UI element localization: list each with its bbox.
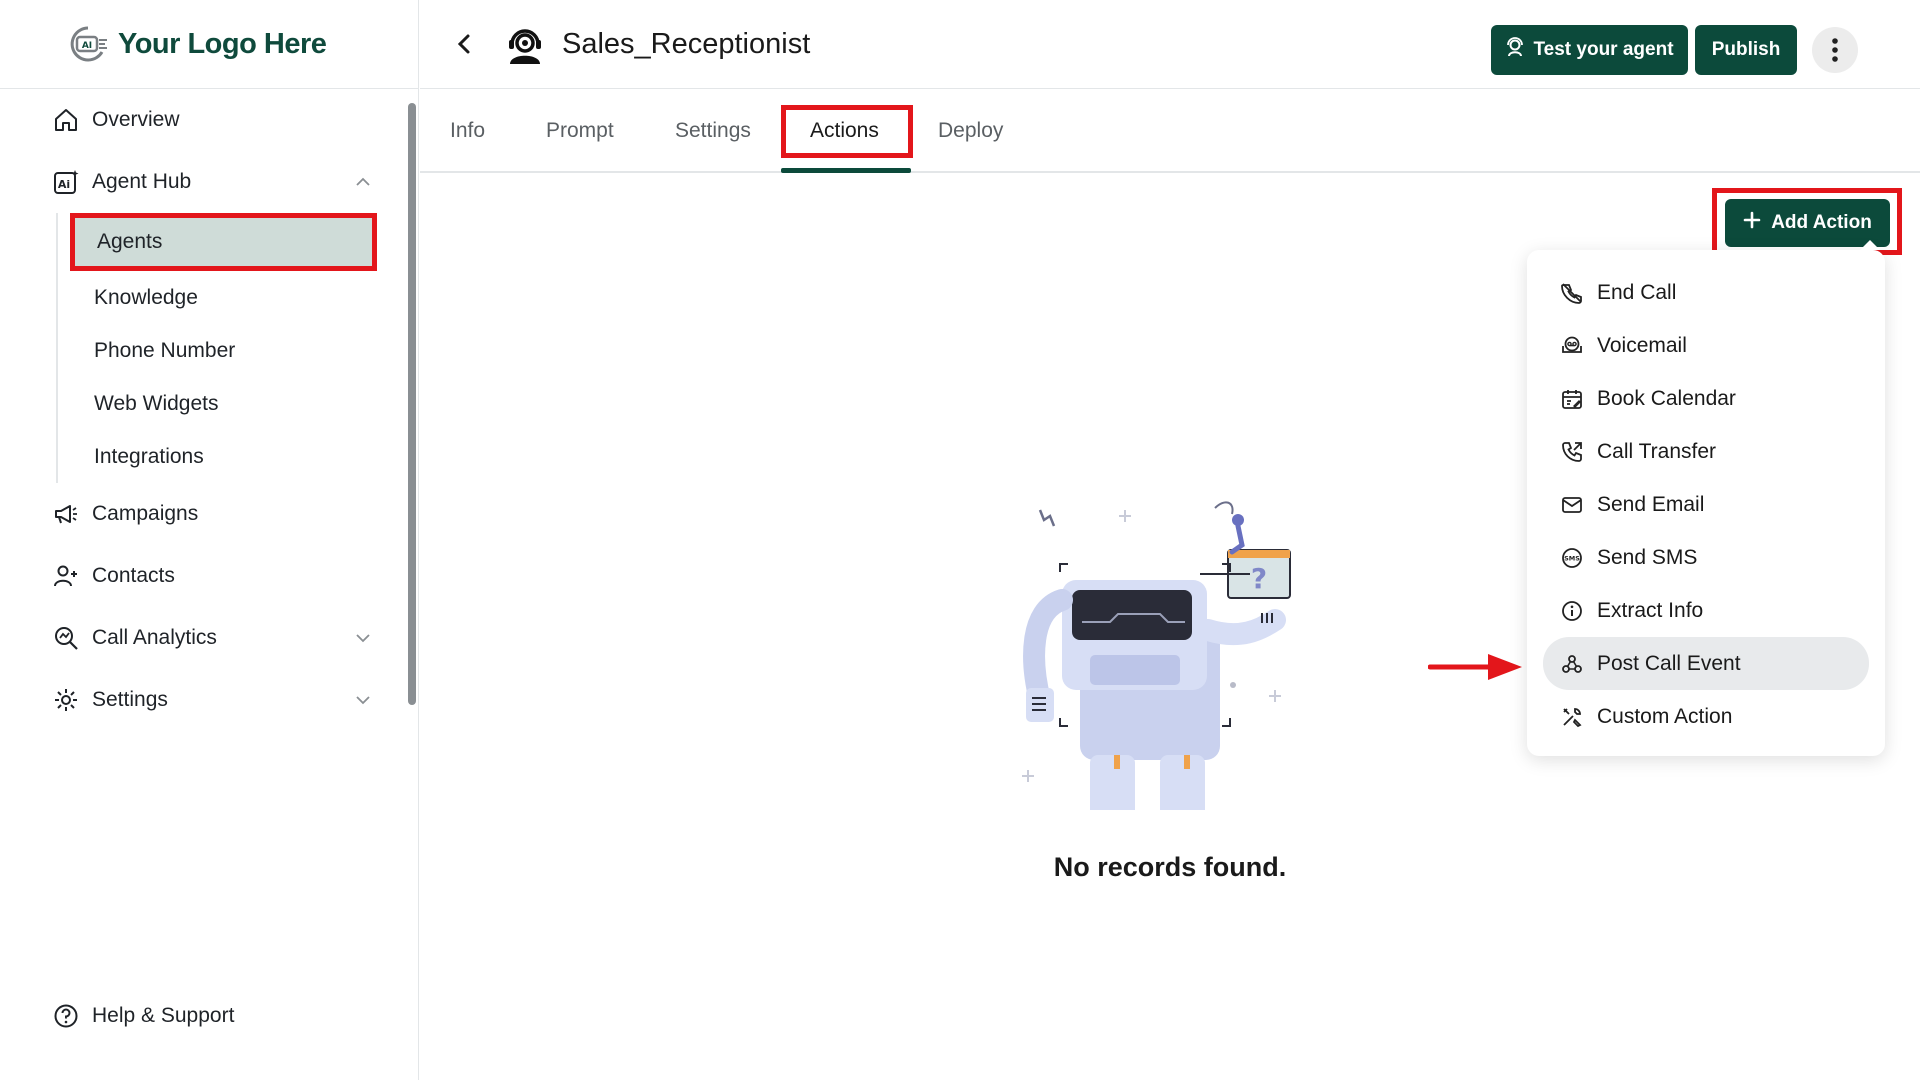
- more-options-icon[interactable]: [1812, 27, 1858, 73]
- menu-item-send-sms[interactable]: SMS Send SMS: [1543, 531, 1869, 584]
- sidebar-item-contacts[interactable]: Contacts: [0, 545, 400, 607]
- user-plus-icon: [52, 562, 80, 590]
- agent-hub-submenu: Agents Knowledge Phone Number Web Widget…: [56, 213, 400, 483]
- webhook-icon: [1559, 651, 1585, 677]
- sidebar-scrollbar[interactable]: [408, 103, 416, 705]
- empty-robot-illustration: ?: [1022, 501, 1291, 810]
- sidebar-subitem-web-widgets[interactable]: Web Widgets: [72, 377, 400, 430]
- info-icon: [1559, 598, 1585, 624]
- plus-icon: [1743, 211, 1761, 235]
- agent-spark-icon: [1505, 37, 1525, 63]
- menu-item-call-transfer[interactable]: Call Transfer: [1543, 425, 1869, 478]
- chevron-up-icon[interactable]: [354, 173, 372, 191]
- test-agent-button[interactable]: Test your agent: [1491, 25, 1688, 75]
- menu-item-book-calendar[interactable]: Book Calendar: [1543, 372, 1869, 425]
- menu-item-label: Extract Info: [1597, 598, 1704, 622]
- tab-settings[interactable]: Settings: [675, 89, 751, 173]
- menu-item-label: End Call: [1597, 280, 1677, 304]
- sidebar: AI Your Logo Here Overview Ai Agent Hub …: [0, 0, 419, 1080]
- menu-item-end-call[interactable]: End Call: [1543, 266, 1869, 319]
- menu-item-voicemail[interactable]: Voicemail: [1543, 319, 1869, 372]
- email-icon: [1559, 492, 1585, 518]
- tab-actions[interactable]: Actions: [810, 89, 879, 173]
- tab-deploy[interactable]: Deploy: [938, 89, 1003, 173]
- end-call-icon: [1559, 280, 1585, 306]
- tab-bar: Info Prompt Settings Actions Deploy: [420, 89, 1920, 173]
- page-title: Sales_Receptionist: [562, 27, 811, 60]
- logo[interactable]: AI Your Logo Here: [0, 0, 418, 89]
- publish-button[interactable]: Publish: [1695, 25, 1797, 75]
- svg-text:AI: AI: [82, 41, 92, 51]
- empty-state-message: No records found.: [1053, 852, 1287, 882]
- menu-item-label: Send Email: [1597, 492, 1705, 516]
- add-action-menu: End Call Voicemail Book Calendar Call Tr…: [1527, 250, 1885, 756]
- sidebar-item-label: Contacts: [92, 564, 175, 587]
- calendar-icon: [1559, 386, 1585, 412]
- add-action-label: Add Action: [1771, 212, 1872, 233]
- active-tab-indicator: [781, 168, 911, 173]
- sidebar-item-call-analytics[interactable]: Call Analytics: [0, 607, 400, 669]
- help-support-link[interactable]: Help & Support: [52, 1002, 234, 1030]
- chevron-down-icon[interactable]: [354, 691, 372, 709]
- analytics-icon: [52, 624, 80, 652]
- logo-mark-icon: AI: [66, 22, 110, 66]
- tab-prompt[interactable]: Prompt: [546, 89, 614, 173]
- sidebar-item-settings[interactable]: Settings: [0, 669, 400, 731]
- menu-item-label: Send SMS: [1597, 545, 1698, 569]
- help-icon: [52, 1002, 80, 1030]
- svg-text:Ai: Ai: [58, 178, 70, 191]
- dropdown-caret: [1860, 240, 1880, 250]
- sidebar-subitem-agents[interactable]: Agents: [70, 213, 377, 271]
- sidebar-item-label: Agent Hub: [92, 170, 192, 193]
- logo-text: Your Logo Here: [118, 27, 327, 60]
- tools-icon: [1559, 704, 1585, 730]
- chevron-down-icon[interactable]: [354, 629, 372, 647]
- help-label: Help & Support: [92, 1004, 235, 1027]
- menu-item-label: Book Calendar: [1597, 386, 1736, 410]
- svg-text:?: ?: [1251, 562, 1267, 595]
- sms-icon: SMS: [1559, 545, 1585, 571]
- menu-item-post-call-event[interactable]: Post Call Event: [1543, 637, 1869, 690]
- sidebar-nav: Overview Ai Agent Hub Agents Knowledge P…: [0, 89, 400, 731]
- menu-item-send-email[interactable]: Send Email: [1543, 478, 1869, 531]
- voicemail-icon: [1559, 333, 1585, 359]
- sidebar-item-label: Settings: [92, 688, 168, 711]
- menu-item-custom-action[interactable]: Custom Action: [1543, 690, 1869, 743]
- sidebar-item-label: Call Analytics: [92, 626, 217, 649]
- page-header: Sales_Receptionist Test your agent Publi…: [420, 0, 1920, 89]
- test-agent-label: Test your agent: [1533, 39, 1674, 60]
- menu-item-label: Post Call Event: [1597, 651, 1741, 675]
- sidebar-subitem-phone-number[interactable]: Phone Number: [72, 324, 400, 377]
- back-arrow-icon[interactable]: [446, 26, 482, 62]
- svg-text:SMS: SMS: [1564, 554, 1580, 562]
- settings-icon: [52, 686, 80, 714]
- agent-avatar-icon: [502, 21, 548, 67]
- menu-item-label: Call Transfer: [1597, 439, 1717, 463]
- sidebar-item-campaigns[interactable]: Campaigns: [0, 483, 400, 545]
- sidebar-item-agent-hub[interactable]: Ai Agent Hub: [0, 151, 400, 213]
- call-transfer-icon: [1559, 439, 1585, 465]
- home-icon: [52, 106, 80, 134]
- tab-info[interactable]: Info: [450, 89, 485, 173]
- sidebar-item-overview[interactable]: Overview: [0, 89, 400, 151]
- sidebar-item-label: Campaigns: [92, 502, 199, 525]
- sidebar-subitem-knowledge[interactable]: Knowledge: [72, 271, 400, 324]
- sidebar-subitem-integrations[interactable]: Integrations: [72, 430, 400, 483]
- menu-item-label: Custom Action: [1597, 704, 1733, 728]
- annotation-arrow-icon: [1428, 654, 1522, 680]
- menu-item-extract-info[interactable]: Extract Info: [1543, 584, 1869, 637]
- ai-spark-icon: Ai: [52, 168, 80, 196]
- sidebar-item-label: Overview: [92, 108, 180, 131]
- menu-item-label: Voicemail: [1597, 333, 1687, 357]
- megaphone-icon: [52, 500, 80, 528]
